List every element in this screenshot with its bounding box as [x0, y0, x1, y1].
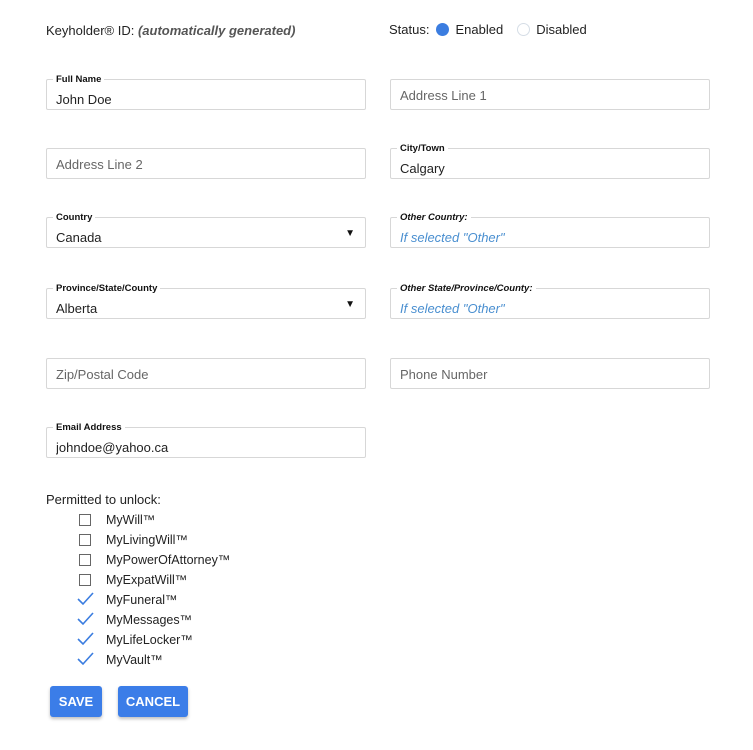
checkmark-icon[interactable]	[77, 612, 94, 627]
checkbox-unchecked[interactable]	[79, 514, 91, 526]
keyholder-id-value: (automatically generated)	[137, 23, 296, 38]
other-country-input[interactable]	[391, 218, 709, 247]
email-input[interactable]	[47, 428, 365, 457]
country-select[interactable]: Country ▼	[46, 212, 366, 248]
full-name-field: Full Name	[46, 74, 366, 110]
permission-item[interactable]: MyPowerOfAttorney™	[78, 550, 230, 570]
status-label: Status:	[389, 22, 430, 37]
permission-label: MyWill™	[106, 513, 156, 527]
city-input[interactable]	[391, 149, 709, 178]
checkbox-unchecked[interactable]	[79, 554, 91, 566]
email-field: Email Address	[46, 422, 366, 458]
permission-item[interactable]: MyWill™	[78, 510, 230, 530]
permission-label: MyPowerOfAttorney™	[106, 553, 231, 567]
status-group: Status: Enabled Disabled	[389, 22, 587, 37]
save-button[interactable]: SAVE	[50, 686, 102, 717]
checkmark-icon[interactable]	[77, 632, 94, 647]
province-select[interactable]: Province/State/County ▼	[46, 283, 366, 319]
other-country-field: Other Country:	[390, 212, 710, 248]
status-enabled-radio[interactable]	[436, 23, 450, 36]
permission-label: MyExpatWill™	[106, 573, 188, 587]
permission-item[interactable]: MyVault™	[77, 650, 230, 670]
zip-field	[46, 358, 366, 389]
permission-item[interactable]: MyFuneral™	[77, 590, 230, 610]
other-state-input[interactable]	[391, 289, 709, 318]
status-disabled-label[interactable]: Disabled	[536, 22, 587, 37]
city-field: City/Town	[390, 143, 710, 179]
address-line-2-input[interactable]	[47, 149, 365, 178]
address-line-1-input[interactable]	[391, 80, 709, 109]
permission-label: MyMessages™	[106, 613, 193, 627]
address-line-1-field	[390, 79, 710, 110]
status-enabled-label[interactable]: Enabled	[455, 22, 503, 37]
checkmark-icon[interactable]	[77, 592, 94, 607]
cancel-button[interactable]: CANCEL	[118, 686, 188, 717]
zip-input[interactable]	[47, 359, 365, 388]
full-name-input[interactable]	[47, 80, 365, 109]
keyholder-id-label: Keyholder® ID:	[46, 23, 135, 38]
permission-label: MyLivingWill™	[106, 533, 188, 547]
checkbox-unchecked[interactable]	[79, 534, 91, 546]
permission-item[interactable]: MyExpatWill™	[78, 570, 230, 590]
other-state-field: Other State/Province/County:	[390, 283, 710, 319]
permission-item[interactable]: MyLivingWill™	[78, 530, 230, 550]
checkbox-unchecked[interactable]	[79, 574, 91, 586]
permission-item[interactable]: MyLifeLocker™	[77, 630, 230, 650]
phone-input[interactable]	[391, 359, 709, 388]
address-line-2-field	[46, 148, 366, 179]
status-disabled-radio[interactable]	[517, 23, 531, 36]
permission-label: MyLifeLocker™	[106, 633, 193, 647]
permission-label: MyVault™	[106, 653, 163, 667]
phone-field	[390, 358, 710, 389]
permission-label: MyFuneral™	[106, 593, 178, 607]
country-value[interactable]	[47, 218, 365, 247]
keyholder-id: Keyholder® ID: (automatically generated)	[46, 23, 295, 38]
checkmark-icon[interactable]	[77, 652, 94, 667]
permissions-list: MyWill™ MyLivingWill™ MyPowerOfAttorney™…	[77, 510, 230, 670]
permission-item[interactable]: MyMessages™	[77, 610, 230, 630]
permissions-title: Permitted to unlock:	[46, 492, 161, 507]
province-value[interactable]	[47, 289, 365, 318]
